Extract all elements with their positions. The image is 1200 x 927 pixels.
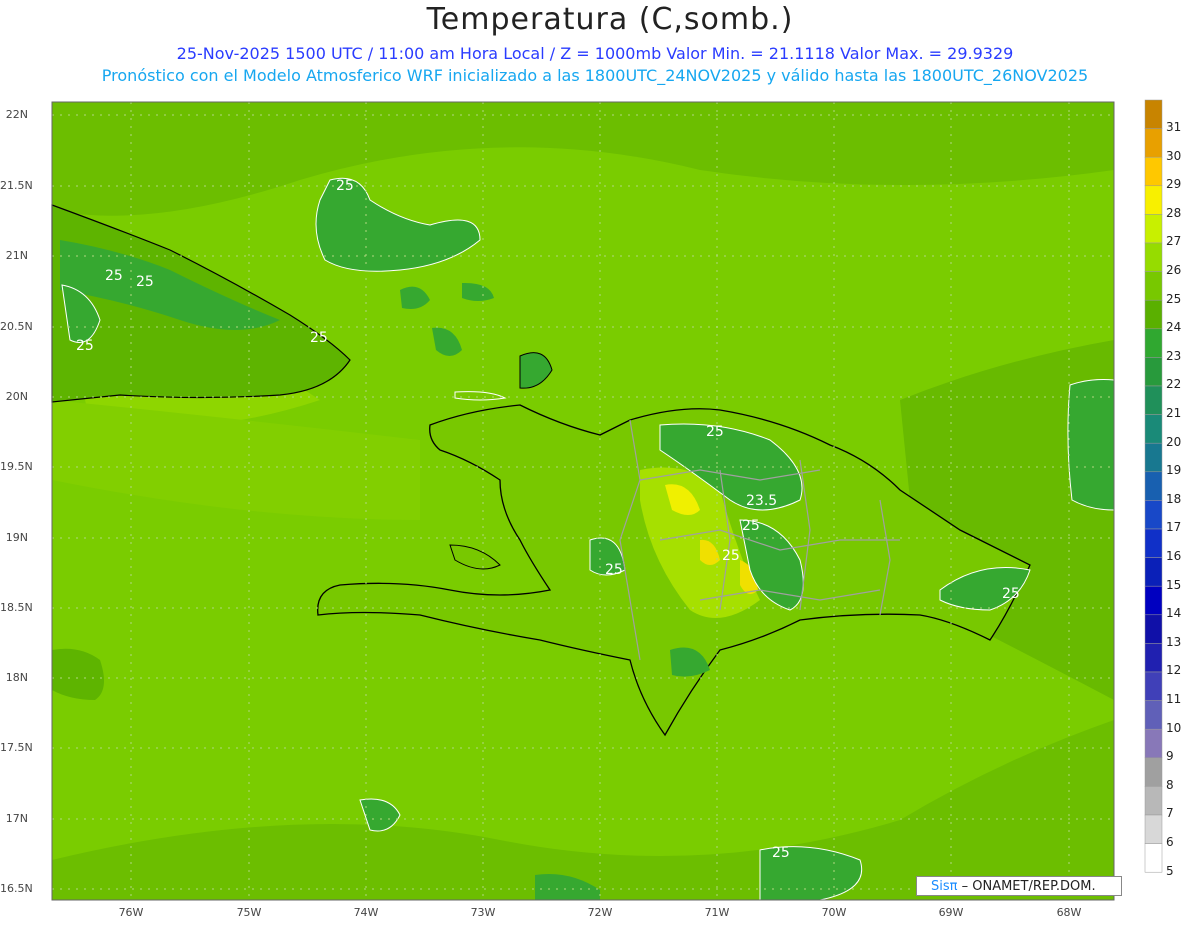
colorbar-label: 30 — [1166, 148, 1182, 163]
colorbar-label: 28 — [1166, 205, 1182, 220]
lat-label: 16.5N — [0, 882, 33, 895]
colorbar-label: 7 — [1166, 806, 1174, 821]
colorbar-swatch — [1144, 814, 1163, 844]
contour-label: 25 — [310, 330, 328, 346]
puerto-rico-landmass — [1067, 379, 1115, 511]
contour-label: 23.5 — [746, 493, 777, 509]
lat-label: 21N — [5, 249, 28, 262]
colorbar-swatch — [1144, 585, 1163, 616]
colorbar-label: 10 — [1166, 720, 1182, 735]
lon-label: 73W — [470, 906, 496, 919]
colorbar-swatch — [1144, 128, 1163, 158]
colorbar-swatch — [1144, 671, 1163, 701]
colorbar-label: 8 — [1166, 777, 1174, 792]
contour-label: 25 — [706, 424, 724, 440]
colorbar-swatch — [1144, 643, 1163, 673]
colorbar-label: 19 — [1166, 463, 1182, 478]
colorbar-swatch — [1144, 442, 1163, 473]
colorbar-swatch — [1144, 728, 1163, 759]
colorbar-label: 31 — [1166, 120, 1182, 134]
lon-label: 74W — [353, 906, 379, 919]
contour-label: 25 — [772, 845, 790, 861]
lon-label: 71W — [704, 906, 730, 919]
colorbar-swatch — [1144, 385, 1163, 415]
lat-label: 18N — [5, 671, 28, 684]
contour-label: 25 — [136, 274, 154, 290]
lat-label: 18.5N — [0, 601, 33, 614]
colorbar-label: 25 — [1166, 291, 1182, 306]
colorbar-label: 6 — [1166, 835, 1174, 849]
colorbar-swatch — [1144, 299, 1163, 330]
colorbar-label: 17 — [1166, 520, 1182, 535]
colorbar-label: 29 — [1166, 177, 1182, 192]
colorbar-swatch — [1144, 471, 1163, 501]
colorbar-label: 24 — [1166, 320, 1182, 335]
colorbar-label: 14 — [1166, 606, 1182, 621]
colorbar-label: 22 — [1166, 377, 1182, 392]
colorbar-label: 18 — [1166, 491, 1182, 506]
colorbar-swatch — [1144, 328, 1163, 358]
colorbar-swatch — [1144, 557, 1163, 587]
colorbar-swatch — [1144, 357, 1163, 387]
colorbar-swatch — [1144, 614, 1163, 644]
contour-label: 25 — [105, 268, 123, 284]
colorbar-label: 20 — [1166, 434, 1182, 449]
colorbar-label: 11 — [1166, 692, 1182, 706]
colorbar-label: 15 — [1166, 577, 1182, 592]
temperature-map: 25 25 25 25 25 25 25 23.5 25 25 25 25 — [51, 99, 1163, 901]
colorbar-label: 16 — [1166, 549, 1182, 563]
colorbar-swatch — [1144, 242, 1163, 272]
lat-label: 17N — [5, 812, 28, 825]
lon-label: 69W — [938, 906, 964, 919]
lat-label: 22N — [5, 108, 28, 121]
credit-box: Sisπ – ONAMET/REP.DOM. — [916, 876, 1122, 896]
contour-label: 25 — [722, 548, 740, 564]
credit-text: – ONAMET/REP.DOM. — [961, 879, 1096, 894]
colorbar-label: 9 — [1166, 749, 1174, 764]
colorbar-swatch — [1144, 99, 1163, 129]
colorbar-swatch — [1144, 700, 1163, 730]
colorbar-label: 23 — [1166, 348, 1182, 363]
colorbar-swatch — [1144, 786, 1163, 816]
colorbar-label: 5 — [1166, 863, 1174, 878]
lon-label: 75W — [236, 906, 262, 919]
contour-label: 25 — [1002, 586, 1020, 602]
colorbar-swatch — [1144, 414, 1163, 444]
colorbar-swatch — [1144, 214, 1163, 244]
lon-label: 76W — [118, 906, 144, 919]
colorbar-swatch — [1144, 500, 1163, 530]
colorbar-swatch — [1144, 528, 1163, 558]
colorbar-swatch — [1144, 156, 1163, 187]
lon-label: 70W — [821, 906, 847, 919]
model-info-line: Pronóstico con el Modelo Atmosferico WRF… — [101, 66, 1089, 85]
colorbar — [1144, 99, 1163, 873]
colorbar-swatch — [1144, 843, 1163, 873]
contour-label: 25 — [605, 562, 623, 578]
lat-label: 20N — [5, 390, 28, 403]
colorbar-swatch — [1144, 271, 1163, 301]
lat-label: 19.5N — [0, 460, 33, 473]
colorbar-label: 27 — [1166, 234, 1182, 249]
valid-time-line: 25-Nov-2025 1500 UTC / 11:00 am Hora Loc… — [176, 44, 1014, 63]
contour-label: 25 — [742, 518, 760, 534]
colorbar-swatch — [1144, 185, 1163, 215]
colorbar-label: 21 — [1166, 406, 1182, 420]
colorbar-swatch — [1144, 757, 1163, 787]
lat-label: 20.5N — [0, 320, 33, 333]
lon-label: 72W — [587, 906, 613, 919]
lat-label: 21.5N — [0, 179, 33, 192]
colorbar-label: 12 — [1166, 663, 1182, 678]
contour-label: 25 — [76, 338, 94, 354]
map-title: Temperatura (C,somb.) — [426, 2, 794, 37]
colorbar-label: 13 — [1166, 634, 1182, 649]
lon-label: 68W — [1056, 906, 1082, 919]
lat-label: 19N — [5, 531, 28, 544]
contour-label: 25 — [336, 178, 354, 194]
lat-label: 17.5N — [0, 741, 33, 754]
sispi-logo-text: Sisπ — [931, 879, 958, 894]
colorbar-label: 26 — [1166, 263, 1182, 277]
